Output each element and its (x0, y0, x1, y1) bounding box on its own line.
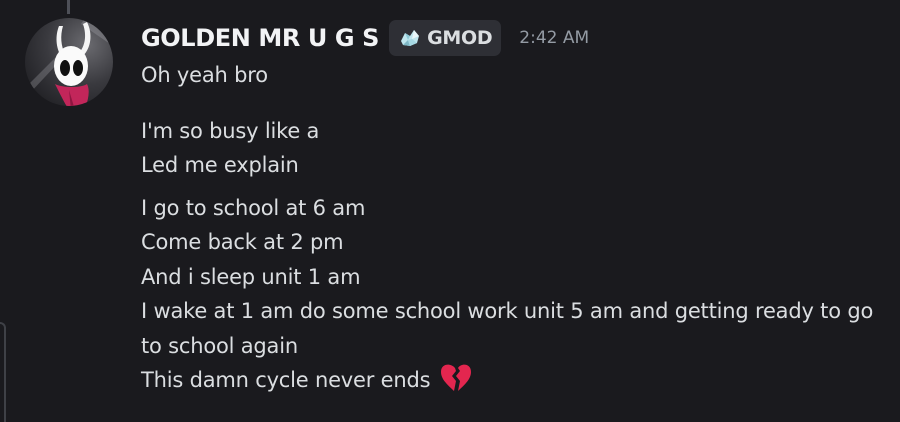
server-tag[interactable]: GMOD (389, 20, 502, 56)
message-text: And i sleep unit 1 am (141, 264, 361, 289)
avatar[interactable] (25, 18, 113, 106)
message-text: I'm so busy like a (141, 118, 320, 143)
crystal-sparkle-icon (397, 25, 423, 51)
message-list: Oh yeah bro I'm so busy like a Led me ex… (141, 58, 881, 404)
message-text: Led me explain (141, 153, 299, 177)
message-text: This damn cycle never ends (141, 368, 431, 392)
message-text: Come back at 2 pm (141, 230, 344, 254)
thread-connector-left (0, 322, 6, 422)
timestamp[interactable]: 2:42 AM (519, 28, 589, 48)
broken-heart-icon[interactable] (439, 363, 473, 404)
username[interactable]: GOLDEN MR U G S (141, 24, 379, 52)
message-text: I wake at 1 am do some school work unit … (141, 299, 874, 358)
message-text: Oh yeah bro (141, 63, 268, 87)
thread-connector-top (67, 0, 70, 14)
server-tag-label: GMOD (427, 27, 493, 49)
message-line: This damn cycle never ends (141, 363, 881, 404)
message-header: GOLDEN MR U G S GMOD 2:42 AM (141, 20, 589, 56)
message-text: I go to school at 6 am (141, 195, 366, 220)
